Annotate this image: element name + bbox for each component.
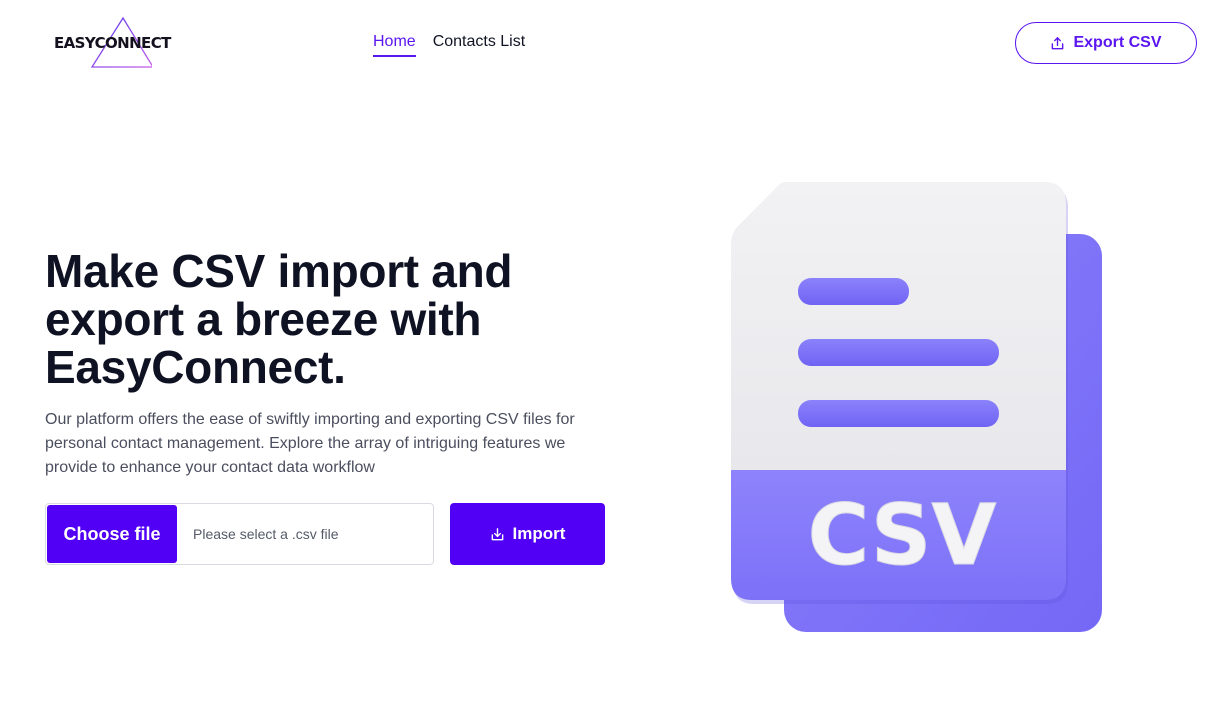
nav-contacts-list[interactable]: Contacts List: [433, 32, 525, 57]
export-csv-button[interactable]: Export CSV: [1015, 22, 1197, 64]
hero-title: Make CSV import and export a breeze with…: [45, 247, 645, 391]
logo-text: EASYCONNECT: [54, 34, 171, 52]
csv-file-illustration: CSV: [726, 176, 1110, 640]
hero-title-line1: Make CSV import and: [45, 245, 513, 297]
csv-file-icon: CSV: [731, 182, 1102, 632]
file-name-display[interactable]: Please select a .csv file: [177, 504, 433, 564]
hero-description: Our platform offers the ease of swiftly …: [45, 411, 575, 476]
import-label: Import: [512, 524, 566, 543]
file-uploader: Choose file Please select a .csv file: [45, 503, 434, 565]
logo[interactable]: EASYCONNECT: [52, 16, 196, 70]
nav-home[interactable]: Home: [373, 32, 416, 57]
hero-title-brand: EasyConnect.: [45, 341, 346, 393]
hero-title-line2: export a breeze with: [45, 293, 482, 345]
main-nav: Home Contacts List: [373, 32, 525, 57]
export-icon: [1052, 36, 1064, 49]
import-button[interactable]: Import: [450, 503, 605, 565]
choose-file-button[interactable]: Choose file: [47, 505, 177, 563]
import-icon: [491, 527, 503, 540]
csv-badge-text: CSV: [808, 486, 997, 584]
export-csv-label: Export CSV: [1073, 34, 1162, 51]
